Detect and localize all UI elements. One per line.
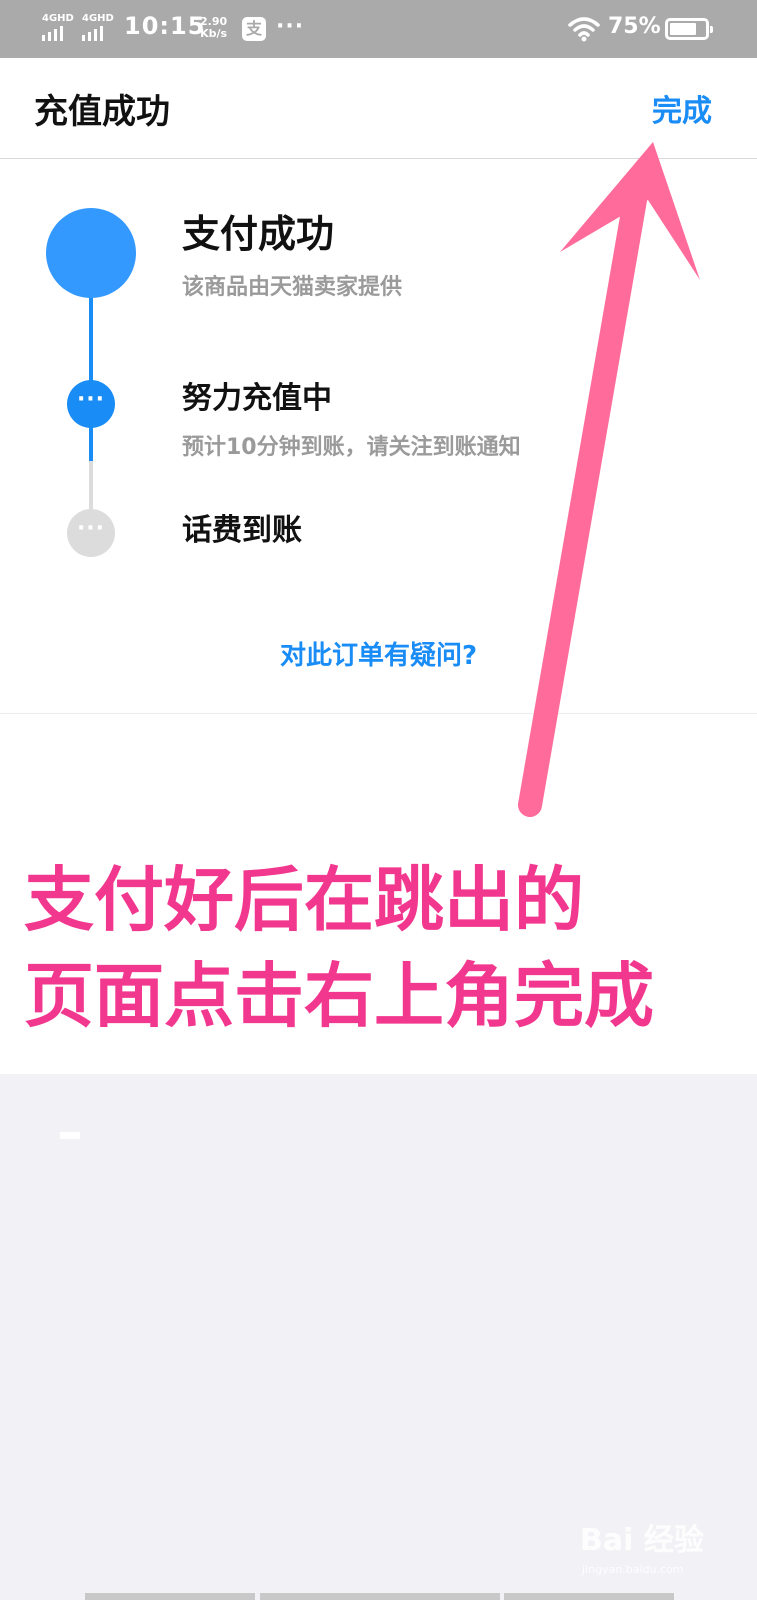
annotation-arrow-icon <box>518 142 700 817</box>
bottom-tab-indicator <box>260 1593 500 1600</box>
annotation-line-2: 页面点击右上角完成 <box>24 955 654 1037</box>
bottom-tab-indicator <box>504 1593 674 1600</box>
decorative-dash <box>60 1132 80 1139</box>
watermark-url: jingyan.baidu.com <box>582 1563 684 1576</box>
bottom-tab-indicator <box>85 1593 255 1600</box>
baidu-jingyan-watermark: Bai 经验 <box>580 1523 704 1558</box>
